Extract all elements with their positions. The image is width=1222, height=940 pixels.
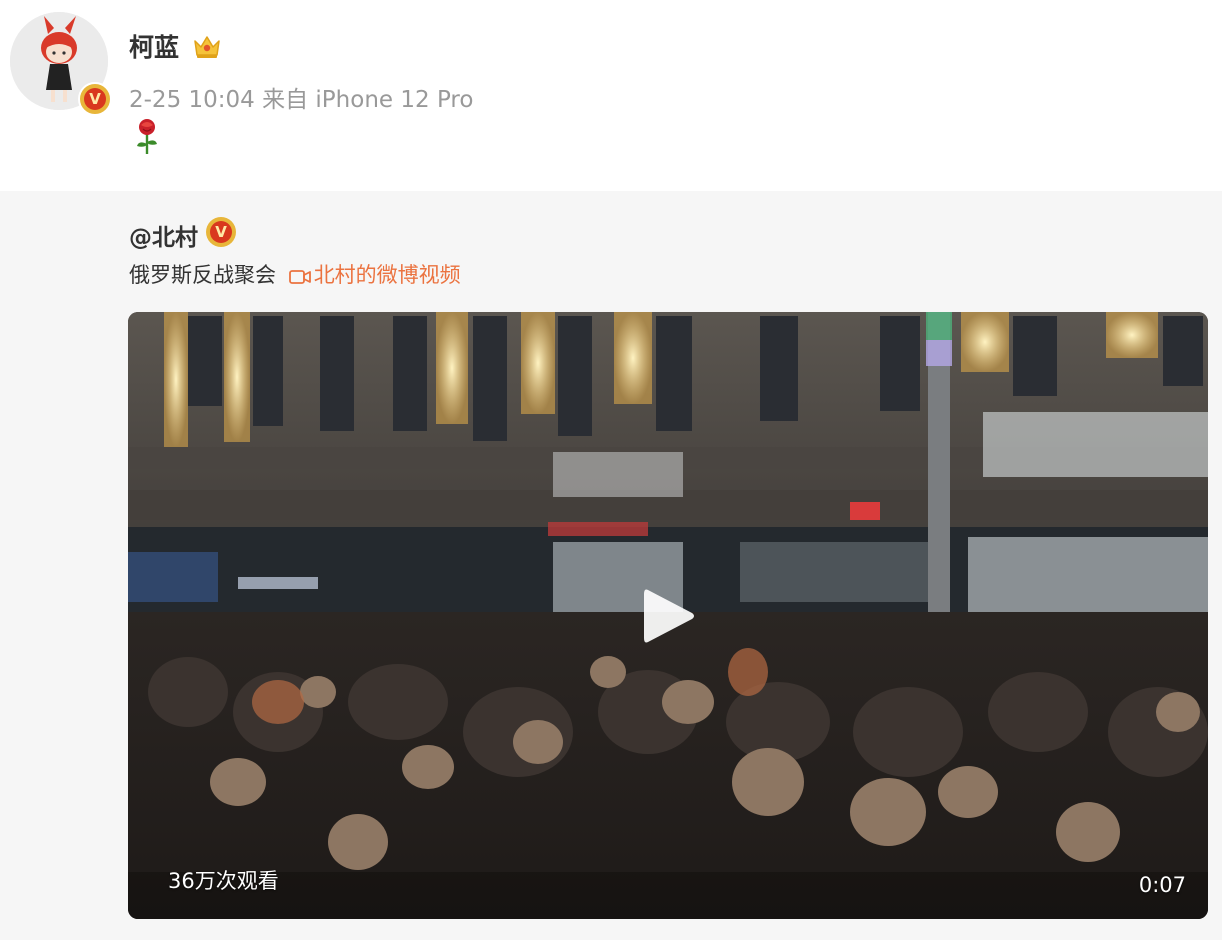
repost-card[interactable]: @北村 V 俄罗斯反战聚会 北村的微博视频 36万次观看 0:07 — [0, 191, 1222, 940]
author-name[interactable]: 柯蓝 — [129, 28, 179, 64]
view-count: 36万次观看 — [168, 869, 279, 893]
post-meta: 2-25 10:04 来自 iPhone 12 Pro — [129, 87, 474, 113]
original-author-name[interactable]: @北村 — [129, 218, 198, 252]
video-duration: 0:07 — [1138, 873, 1186, 897]
crown-icon[interactable] — [192, 32, 222, 60]
video-player[interactable]: 36万次观看 0:07 — [128, 312, 1208, 919]
verified-mark: V — [210, 221, 232, 243]
post-header: V 柯蓝 2-25 10:04 来自 iPhone 12 Pro — [0, 0, 1222, 190]
verified-mark: V — [84, 88, 106, 110]
video-link[interactable]: 北村的微博视频 — [283, 263, 461, 287]
verified-badge: V — [206, 217, 236, 247]
rose-icon — [137, 119, 157, 154]
verified-badge: V — [78, 82, 112, 116]
play-icon[interactable] — [638, 584, 698, 648]
video-camera-icon — [288, 270, 311, 284]
repost-text: 俄罗斯反战聚会 北村的微博视频 — [129, 259, 461, 289]
repost-body: 俄罗斯反战聚会 — [129, 263, 276, 287]
video-link-label: 北村的微博视频 — [313, 263, 461, 287]
